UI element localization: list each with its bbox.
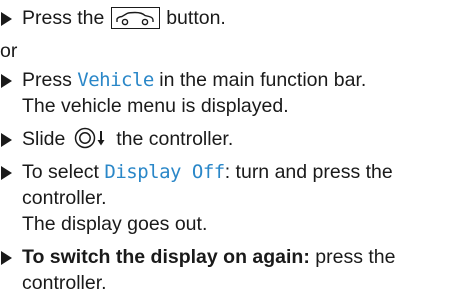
- step-text-continuation: controller.: [22, 187, 107, 209]
- step-result: The display goes out.: [22, 213, 208, 235]
- step-text: Press Vehicle in the main function bar.: [22, 67, 366, 93]
- step-text: To switch the display on again: press th…: [22, 244, 395, 270]
- step-text: Slide the controller.: [22, 126, 233, 152]
- ui-term-display-off: Display Off: [104, 161, 225, 183]
- or-separator: or: [0, 40, 18, 62]
- step-text-after: button.: [160, 7, 226, 29]
- step-text-after: : turn and press the: [224, 161, 393, 183]
- step-bullet-icon: [1, 166, 12, 180]
- instruction-document: Press the button. or Press Vehicle in th…: [0, 0, 449, 294]
- step-text: Press the button.: [22, 5, 226, 31]
- step-heading-bold: To switch the display on again:: [22, 246, 310, 268]
- step-text: To select Display Off: turn and press th…: [22, 159, 393, 185]
- step-text-after: press the: [309, 246, 396, 268]
- step-text-before: Slide: [22, 128, 71, 150]
- step-text-after: the controller.: [110, 128, 234, 150]
- step-text-after: in the main function bar.: [153, 69, 367, 91]
- step-result: The vehicle menu is displayed.: [22, 95, 289, 117]
- step-text-before: Press: [22, 69, 78, 91]
- step-text-continuation: controller.: [22, 272, 107, 294]
- step-bullet-icon: [1, 74, 12, 88]
- step-text-before: To select: [22, 161, 105, 183]
- ui-term-vehicle: Vehicle: [77, 69, 154, 91]
- step-bullet-icon: [1, 251, 12, 265]
- step-bullet-icon: [1, 12, 12, 26]
- car-button-icon: [110, 7, 160, 29]
- controller-slide-down-icon: [73, 127, 111, 149]
- step-bullet-icon: [1, 133, 12, 147]
- step-text-before: Press the: [22, 7, 105, 29]
